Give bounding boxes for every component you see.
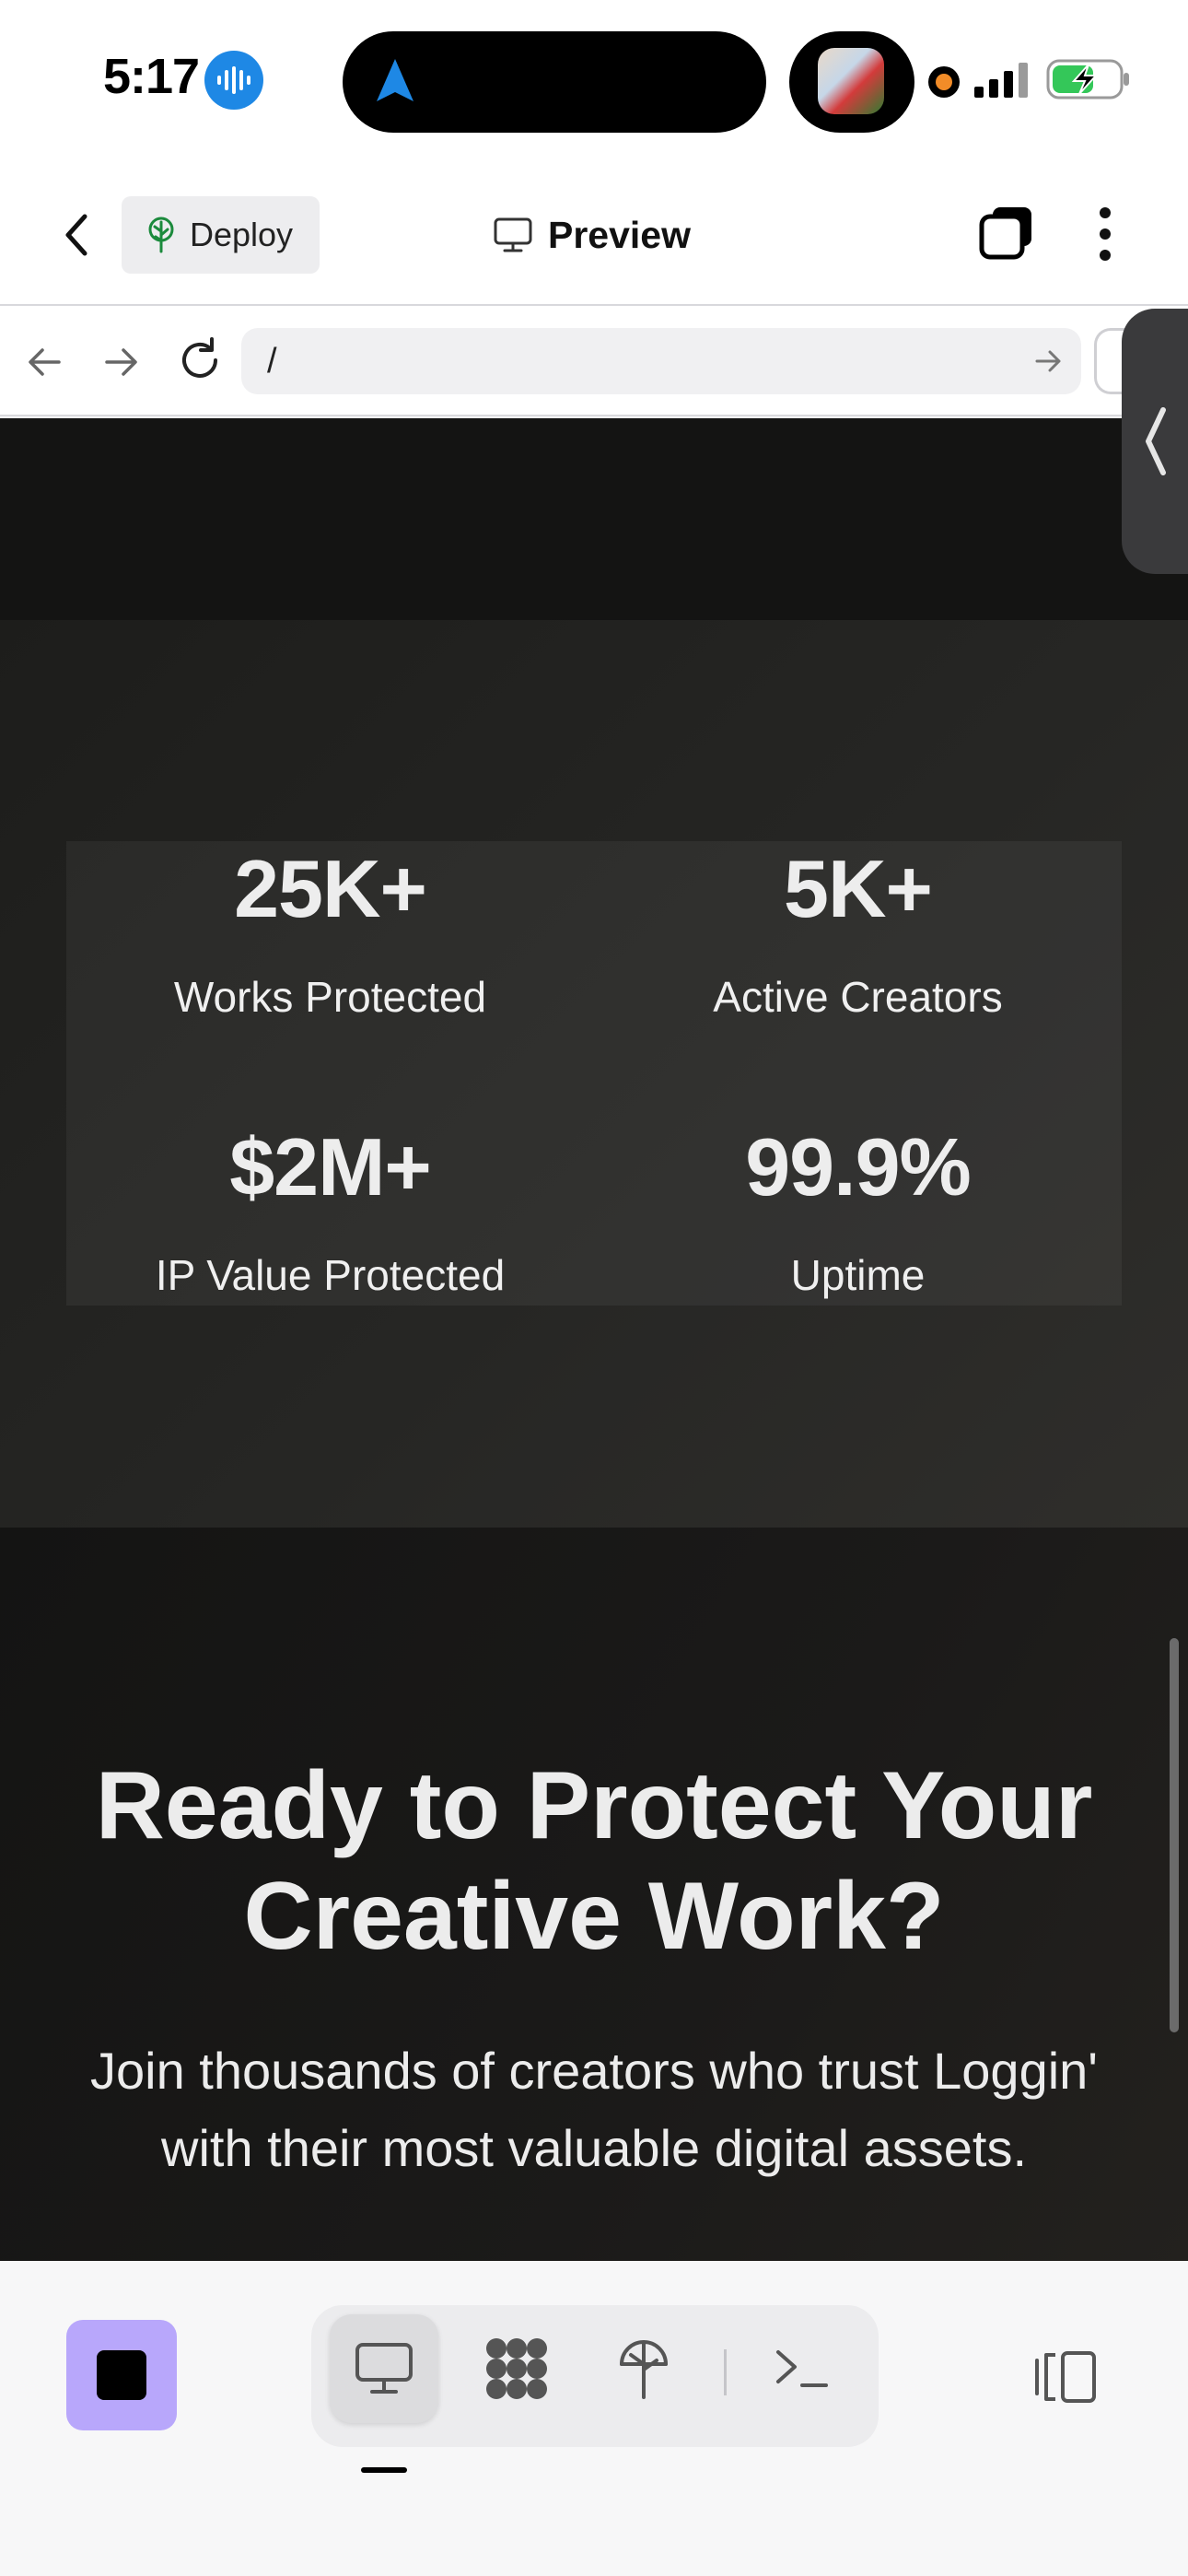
stat-label: Uptime [790, 1251, 926, 1299]
status-bar: 5:17 [0, 0, 1188, 161]
tree-icon [148, 217, 174, 253]
monitor-icon [494, 217, 532, 252]
stop-button[interactable] [66, 2320, 177, 2430]
deploy-label: Deploy [190, 216, 294, 253]
apps-icon [486, 2338, 547, 2399]
status-time: 5:17 [103, 49, 200, 104]
url-input[interactable]: / [241, 328, 1081, 394]
stat-works-protected: 25K+ Works Protected [66, 849, 594, 1022]
arrow-left-icon[interactable] [22, 339, 68, 385]
stop-icon [97, 2350, 146, 2400]
page-title-label: Preview [548, 213, 691, 256]
stat-value: 99.9% [745, 1121, 972, 1212]
side-drawer-handle[interactable] [1122, 309, 1188, 574]
app-header: Deploy Preview [0, 161, 1188, 306]
stat-label: IP Value Protected [155, 1251, 506, 1299]
scrollbar-thumb[interactable] [1170, 1638, 1179, 2032]
tabs-icon[interactable] [978, 204, 1035, 261]
battery-charging-icon [1046, 59, 1129, 100]
reload-icon[interactable] [173, 334, 227, 387]
deploy-button[interactable]: Deploy [122, 196, 320, 274]
cta-title: Ready to Protect Your Creative Work? [95, 1752, 1093, 1970]
recording-dot-icon [928, 66, 960, 98]
bottom-toolbar [0, 2261, 1188, 2576]
preview-tab-button[interactable] [330, 2314, 438, 2423]
toolbar-divider [724, 2349, 727, 2395]
cta-subtitle: Join thousands of creators who trust Log… [90, 2042, 1098, 2177]
web-preview: 25K+ Works Protected 5K+ Active Creators… [0, 418, 1188, 2261]
page-title: Preview [493, 207, 691, 263]
monitor-icon [355, 2343, 413, 2394]
url-text: / [267, 341, 277, 381]
active-tab-indicator [361, 2467, 407, 2473]
stat-ip-value: $2M+ IP Value Protected [66, 1127, 594, 1300]
deploy-icon [620, 2340, 668, 2399]
stat-label: Works Protected [173, 973, 487, 1021]
now-playing-thumbnail [818, 48, 884, 114]
side-panel-icon[interactable] [1031, 2348, 1100, 2406]
terminal-tab-button[interactable] [748, 2314, 856, 2423]
chevron-left-icon[interactable] [53, 207, 101, 263]
cta-section: Ready to Protect Your Creative Work? Joi… [0, 1528, 1188, 2261]
deploy-tab-button[interactable] [589, 2314, 698, 2423]
stat-value: 25K+ [234, 843, 427, 934]
apps-tab-button[interactable] [462, 2314, 571, 2423]
arrow-right-icon[interactable] [98, 339, 144, 385]
stat-label: Active Creators [713, 973, 1003, 1021]
stats-grid: 25K+ Works Protected 5K+ Active Creators… [66, 841, 1122, 1306]
view-switcher [311, 2305, 879, 2447]
stat-active-creators: 5K+ Active Creators [594, 849, 1122, 1022]
stats-section: 25K+ Works Protected 5K+ Active Creators… [0, 620, 1188, 1528]
more-vertical-icon[interactable] [1087, 204, 1124, 264]
browser-bar: / [0, 306, 1188, 416]
stat-value: 5K+ [784, 843, 933, 934]
chevron-left-icon [1146, 407, 1166, 475]
stat-uptime: 99.9% Uptime [594, 1127, 1122, 1300]
terminal-icon [776, 2350, 828, 2387]
voice-recording-icon[interactable] [204, 51, 263, 110]
stat-value: $2M+ [229, 1121, 432, 1212]
navigation-arrow-icon [377, 59, 413, 101]
go-arrow-icon[interactable] [1031, 345, 1065, 378]
cellular-signal-icon [974, 63, 1028, 98]
